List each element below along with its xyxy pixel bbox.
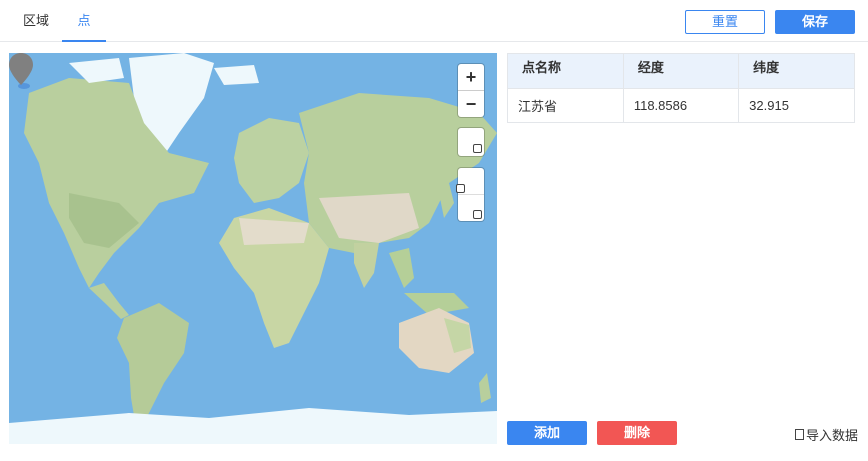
import-file-icon [795, 429, 804, 440]
cell-latitude: 32.915 [749, 97, 789, 113]
table-row[interactable]: 江苏省 118.8586 32.915 [508, 88, 854, 122]
import-data-button[interactable]: 导入数据 [795, 425, 858, 444]
column-header-name: 点名称 [508, 54, 624, 89]
import-data-label: 导入数据 [806, 428, 859, 443]
cell-longitude: 118.8586 [623, 88, 740, 122]
point-icon [473, 210, 482, 219]
save-button[interactable]: 保存 [775, 10, 855, 34]
points-table: 点名称 经度 纬度 江苏省 118.8586 32.915 [507, 53, 855, 123]
zoom-control: + − [458, 64, 484, 117]
cell-name: 江苏省 [508, 88, 624, 122]
table-header-row: 点名称 经度 纬度 [508, 54, 854, 89]
tab-area[interactable]: 区域 [14, 0, 58, 42]
world-map [9, 53, 497, 444]
draw-point-button[interactable] [458, 195, 484, 221]
zoom-in-button[interactable]: + [458, 64, 484, 91]
delete-button[interactable]: 删除 [597, 421, 677, 445]
polygon-icon [456, 184, 465, 193]
square-icon [473, 144, 482, 153]
draw-tools-group [456, 168, 484, 221]
column-header-latitude: 纬度 [738, 54, 854, 89]
tab-point[interactable]: 点 [62, 0, 106, 42]
zoom-out-button[interactable]: − [458, 91, 484, 117]
add-button[interactable]: 添加 [507, 421, 587, 445]
draw-polygon-button[interactable] [456, 168, 484, 195]
map-view[interactable]: + − [9, 53, 497, 444]
map-marker-icon[interactable] [9, 53, 33, 91]
column-header-longitude: 经度 [623, 54, 740, 89]
top-bar: 区域 点 重置 保存 [0, 0, 868, 42]
reset-button[interactable]: 重置 [685, 10, 765, 34]
draw-rectangle-button[interactable] [458, 128, 484, 156]
